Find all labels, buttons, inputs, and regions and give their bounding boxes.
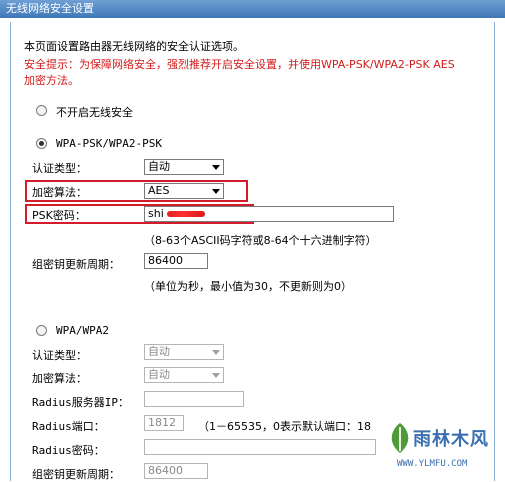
leaf-logo-icon	[391, 423, 409, 453]
radius-ip-input[interactable]	[144, 391, 244, 407]
radius-port-input[interactable]: 1812	[144, 415, 184, 431]
watermark-text: 雨林木风	[413, 429, 489, 450]
wpa-renew-input[interactable]: 86400	[144, 463, 208, 479]
psk-auth-type-label: 认证类型：	[32, 162, 87, 175]
chevron-down-icon	[212, 165, 220, 170]
psk-encryption-label: 加密算法：	[32, 186, 87, 199]
redacted-password-scribble	[167, 211, 205, 217]
psk-renew-input[interactable]: 86400	[144, 253, 208, 269]
chevron-down-icon	[212, 350, 220, 355]
wpa-auth-type-select[interactable]: 自动	[144, 344, 224, 360]
psk-auth-type-select[interactable]: 自动	[144, 159, 224, 175]
psk-encryption-value: AES	[148, 184, 170, 197]
radius-port-label: Radius端口：	[32, 420, 105, 433]
psk-auth-type-value: 自动	[148, 160, 170, 173]
wpa-auth-type-label: 认证类型：	[32, 349, 87, 362]
wpa-psk-label: WPA-PSK/WPA2-PSK	[56, 137, 162, 150]
wpa-radio[interactable]	[36, 325, 47, 336]
psk-password-hint: （8-63个ASCII码字符或8-64个十六进制字符）	[144, 234, 377, 247]
page-frame: 无线网络安全设置 本页面设置路由器无线网络的安全认证选项。 安全提示：为保障网络…	[0, 0, 505, 481]
no-security-radio[interactable]	[36, 105, 47, 116]
chevron-down-icon	[212, 189, 220, 194]
site-watermark-logo: 雨林木风 WWW.YLMFU.COM	[385, 419, 503, 479]
no-security-label: 不开启无线安全	[56, 106, 133, 119]
intro-text: 本页面设置路由器无线网络的安全认证选项。	[24, 40, 244, 53]
chevron-down-icon	[212, 373, 220, 378]
wpa-renew-label: 组密钥更新周期：	[32, 468, 120, 481]
wpa-auth-type-value: 自动	[148, 345, 170, 358]
wpa-encryption-select[interactable]: 自动	[144, 367, 224, 383]
security-tip-line2: 加密方法。	[24, 74, 79, 87]
radius-password-label: Radius密码：	[32, 444, 105, 457]
section-title: 无线网络安全设置	[0, 0, 505, 18]
psk-password-label: PSK密码：	[32, 209, 86, 222]
security-tip-line1: 安全提示：为保障网络安全，强烈推荐开启安全设置，并使用WPA-PSK/WPA2-…	[24, 58, 455, 71]
psk-renew-value: 86400	[148, 254, 183, 267]
settings-panel	[10, 22, 495, 481]
wpa-encryption-label: 加密算法：	[32, 372, 87, 385]
wpa-renew-value: 86400	[148, 464, 183, 477]
psk-encryption-select[interactable]: AES	[144, 183, 224, 199]
radius-port-value: 1812	[148, 416, 176, 429]
watermark-url: WWW.YLMFU.COM	[397, 459, 468, 469]
psk-password-value: shi	[148, 207, 164, 220]
wpa-encryption-value: 自动	[148, 368, 170, 381]
radius-password-input[interactable]	[144, 439, 376, 455]
wpa-label: WPA/WPA2	[56, 324, 109, 337]
wpa-psk-radio[interactable]	[36, 138, 47, 149]
radius-port-hint: （1－65535，0表示默认端口：18	[198, 420, 371, 433]
psk-renew-label: 组密钥更新周期：	[32, 258, 120, 271]
psk-renew-hint: （单位为秒，最小值为30，不更新则为0）	[144, 280, 352, 293]
radius-ip-label: Radius服务器IP：	[32, 396, 129, 409]
